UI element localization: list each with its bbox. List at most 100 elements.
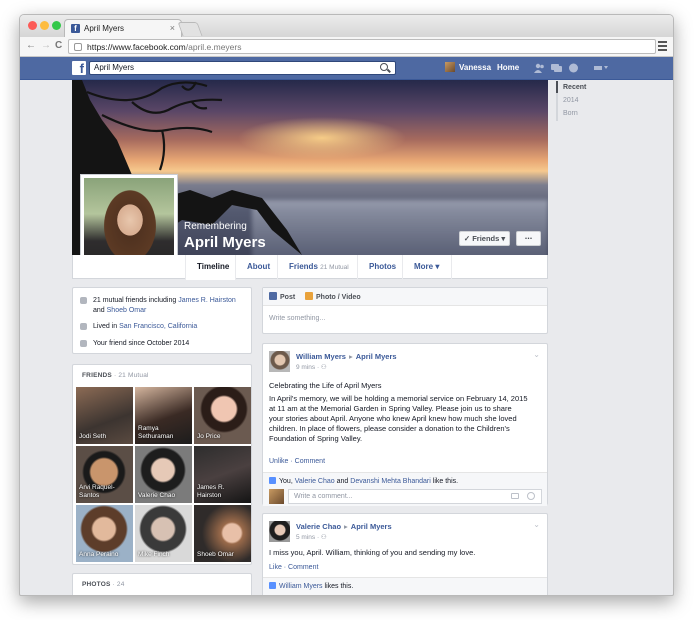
post-feedback: William Myers likes this. bbox=[263, 577, 547, 595]
profile-name[interactable]: April Myers bbox=[184, 234, 266, 251]
post-card: Valerie Chao ▸ April Myers 5 mins · ⚇ ⌄ I … bbox=[262, 513, 548, 595]
year-link-recent[interactable]: Recent bbox=[558, 81, 586, 94]
forward-arrow-icon[interactable]: → bbox=[41, 40, 51, 51]
photos-card: PHOTOS · 24 bbox=[72, 573, 252, 595]
post-text: I miss you, April. William, thinking of … bbox=[269, 548, 476, 557]
zoom-window-button[interactable] bbox=[52, 21, 61, 30]
lived-in-row: Lived in San Francisco, California bbox=[80, 322, 248, 332]
friend-tile[interactable]: Jo Price bbox=[194, 387, 251, 444]
notifications-globe-icon[interactable] bbox=[568, 63, 579, 73]
tab-title: April Myers bbox=[84, 24, 125, 33]
friend-tile[interactable]: James R. Hairston bbox=[194, 446, 251, 503]
facebook-logo-icon[interactable]: f bbox=[72, 61, 86, 75]
camera-icon[interactable] bbox=[511, 493, 519, 499]
address-bar[interactable]: https://www.facebook.com/april.e.meyers bbox=[68, 39, 656, 54]
location-link[interactable]: San Francisco, California bbox=[119, 323, 197, 330]
liker-link[interactable]: William Myers bbox=[279, 583, 323, 590]
close-window-button[interactable] bbox=[28, 21, 37, 30]
page-icon bbox=[74, 43, 82, 51]
post-header: Valerie Chao ▸ April Myers bbox=[296, 522, 392, 531]
friend-tile[interactable]: Mike Finch bbox=[135, 505, 192, 562]
avatar[interactable] bbox=[269, 351, 290, 372]
post-author-link[interactable]: Valerie Chao bbox=[296, 522, 341, 531]
screenshot-canvas: f April Myers × ← → C https://www.facebo… bbox=[0, 0, 698, 620]
tab-photos[interactable]: Photos bbox=[357, 255, 402, 279]
friends-card: FRIENDS · 21 Mutual Jodi Seth Ramya Seth… bbox=[72, 364, 252, 565]
active-year-marker bbox=[556, 81, 558, 93]
search-input[interactable]: April Myers bbox=[89, 61, 396, 75]
likes-summary: You, Valerie Chao and Devanshi Mehta Bha… bbox=[269, 477, 458, 485]
post-header: William Myers ▸ April Myers bbox=[296, 352, 397, 361]
emoji-icon[interactable] bbox=[527, 492, 535, 500]
likes-summary: William Myers likes this. bbox=[269, 582, 353, 590]
chevron-down-icon[interactable]: ⌄ bbox=[533, 350, 540, 359]
avatar[interactable] bbox=[269, 521, 290, 542]
browser-toolbar: ← → C https://www.facebook.com/april.e.m… bbox=[20, 37, 673, 57]
friend-tile[interactable]: Shoeb Omar bbox=[194, 505, 251, 562]
tab-post[interactable]: Post bbox=[269, 292, 295, 303]
back-arrow-icon[interactable]: ← bbox=[26, 40, 36, 51]
settings-icon[interactable] bbox=[594, 63, 608, 73]
tab-timeline[interactable]: Timeline bbox=[185, 255, 235, 280]
more-options-button[interactable]: ... bbox=[516, 231, 541, 246]
year-link-born[interactable]: Born bbox=[558, 107, 586, 120]
chevron-down-icon[interactable]: ⌄ bbox=[533, 520, 540, 529]
mutual-friend-link[interactable]: James R. Hairston bbox=[178, 297, 236, 304]
friend-tile[interactable]: Anna Peraino bbox=[76, 505, 133, 562]
home-link[interactable]: Home bbox=[497, 62, 519, 74]
post-author-link[interactable]: William Myers bbox=[296, 352, 346, 361]
reload-icon[interactable]: C bbox=[55, 40, 62, 51]
tab-about[interactable]: About bbox=[235, 255, 277, 279]
friends-section-title[interactable]: FRIENDS · 21 Mutual bbox=[82, 372, 149, 379]
friend-since-icon bbox=[80, 340, 87, 347]
mutual-friends-row: 21 mutual friends including James R. Hai… bbox=[80, 296, 248, 316]
search-value: April Myers bbox=[94, 63, 135, 72]
liker-link[interactable]: Devanshi Mehta Bhandari bbox=[350, 478, 431, 485]
mutual-friend-link[interactable]: Shoeb Omar bbox=[107, 307, 147, 314]
arrow-icon: ▸ bbox=[348, 352, 353, 361]
comment-input[interactable]: Write a comment... bbox=[288, 489, 542, 504]
browser-menu-icon[interactable] bbox=[658, 41, 667, 51]
friend-tile[interactable]: Arvi Raquel-Santos bbox=[76, 446, 133, 503]
friend-tile[interactable]: Jodi Seth bbox=[76, 387, 133, 444]
remembering-label: Remembering bbox=[184, 221, 247, 232]
tab-friends[interactable]: Friends 21 Mutual bbox=[277, 255, 357, 279]
search-icon[interactable] bbox=[380, 63, 388, 71]
url-path: /april.e.meyers bbox=[185, 42, 242, 52]
friend-tile[interactable]: Ramya Sethuraman bbox=[135, 387, 192, 444]
tab-more[interactable]: More ▾ bbox=[402, 255, 452, 279]
friends-status-button[interactable]: ✓ Friends ▾ bbox=[459, 231, 510, 246]
composer-input[interactable]: Write something... bbox=[269, 315, 325, 322]
post-target-link[interactable]: April Myers bbox=[351, 522, 392, 531]
new-tab-button[interactable] bbox=[177, 22, 203, 36]
like-thumb-icon bbox=[269, 582, 276, 589]
tab-photo-video[interactable]: Photo / Video bbox=[305, 292, 361, 303]
messages-icon[interactable] bbox=[551, 63, 562, 73]
tab-friends-count: 21 Mutual bbox=[320, 264, 349, 271]
user-name: Vanessa bbox=[459, 63, 492, 72]
friend-tile[interactable]: Valerie Chao bbox=[135, 446, 192, 503]
browser-tab[interactable]: f April Myers × bbox=[64, 19, 182, 37]
post-actions[interactable]: Unlike · Comment bbox=[269, 458, 325, 465]
liker-link[interactable]: Valerie Chao bbox=[295, 478, 335, 485]
avatar bbox=[445, 62, 455, 72]
photo-icon bbox=[305, 292, 313, 300]
profile-tabs: Timeline About Friends 21 Mutual Photos … bbox=[72, 255, 548, 280]
post-timestamp[interactable]: 9 mins · ⚇ bbox=[296, 363, 327, 371]
composer-tabs: Post Photo / Video bbox=[263, 288, 547, 306]
user-profile-link[interactable]: Vanessa bbox=[445, 62, 491, 74]
intro-card: 21 mutual friends including James R. Hai… bbox=[72, 287, 252, 354]
post-timestamp[interactable]: 5 mins · ⚇ bbox=[296, 533, 327, 541]
tab-close-icon[interactable]: × bbox=[170, 23, 175, 33]
post-card: William Myers ▸ April Myers 9 mins · ⚇ ⌄ C… bbox=[262, 343, 548, 506]
post-actions[interactable]: Like · Comment bbox=[269, 564, 318, 571]
composer-card: Post Photo / Video Write something... bbox=[262, 287, 548, 334]
friend-requests-icon[interactable] bbox=[534, 63, 545, 73]
year-link-2014[interactable]: 2014 bbox=[558, 94, 586, 107]
photos-section-title[interactable]: PHOTOS · 24 bbox=[82, 581, 125, 588]
post-feedback: You, Valerie Chao and Devanshi Mehta Bha… bbox=[263, 472, 547, 506]
minimize-window-button[interactable] bbox=[40, 21, 49, 30]
post-target-link[interactable]: April Myers bbox=[356, 352, 397, 361]
timeline-year-nav: Recent 2014 Born bbox=[556, 81, 586, 121]
facebook-favicon-icon: f bbox=[71, 24, 80, 33]
